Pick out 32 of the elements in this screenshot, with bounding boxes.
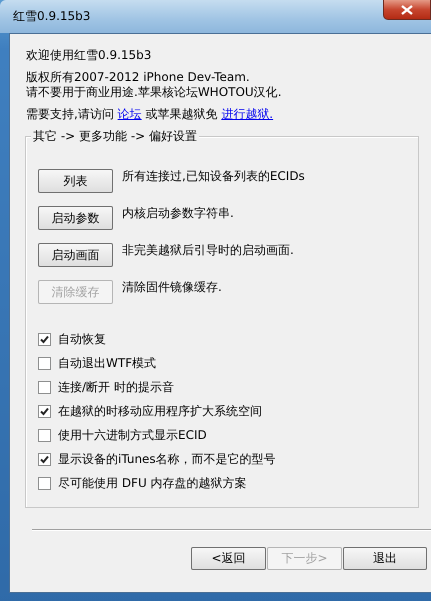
window-title: 红雪0.9.15b3: [13, 8, 90, 25]
checkbox-label: 在越狱的时移动应用程序扩大系统空间: [58, 403, 262, 420]
description-text: 内核启动参数字符串.: [122, 206, 234, 221]
support-text: 需要支持,请访问 论坛 或苹果越狱免 进行越狱.: [26, 107, 274, 122]
welcome-text: 欢迎使用红雪0.9.15b3: [26, 48, 152, 63]
link[interactable]: 论坛: [118, 107, 142, 121]
group-title: 其它 -> 更多功能 -> 偏好设置: [31, 129, 200, 144]
checkbox[interactable]: [38, 381, 51, 394]
description-text: 所有连接过,已知设备列表的ECIDs: [122, 169, 305, 184]
checkbox-label: 尽可能使用 DFU 内存盘的越狱方案: [58, 475, 247, 492]
checkbox[interactable]: [38, 357, 51, 370]
checkbox-label: 使用十六进制方式显示ECID: [58, 427, 207, 444]
checkbox-label: 连接/断开 时的提示音: [58, 379, 174, 396]
description-text: 清除固件镜像缓存.: [122, 280, 222, 295]
checkbox-label: 显示设备的iTunes名称，而不是它的型号: [58, 451, 276, 468]
link[interactable]: 进行越狱.: [221, 107, 274, 121]
action-button[interactable]: 启动画面: [38, 243, 113, 267]
nav-button[interactable]: 退出: [343, 547, 427, 570]
checkbox[interactable]: [38, 405, 51, 418]
action-button[interactable]: 列表: [38, 169, 113, 193]
checkbox-label: 自动恢复: [58, 331, 106, 348]
close-button[interactable]: [383, 0, 431, 20]
copyright-text: 版权所有2007-2012 iPhone Dev-Team. 请不要用于商业用途.苹果核论坛WHOTOU汉化.: [26, 70, 283, 100]
checkbox[interactable]: [38, 477, 51, 490]
checkbox[interactable]: [38, 453, 51, 466]
checkbox[interactable]: [38, 429, 51, 442]
description-text: 非完美越狱后引导时的启动画面.: [122, 243, 294, 258]
close-icon: [401, 4, 413, 14]
action-button[interactable]: 启动参数: [38, 206, 113, 230]
nav-button[interactable]: <返回: [191, 547, 266, 570]
checkbox-label: 自动退出WTF模式: [58, 355, 156, 372]
checkbox[interactable]: [38, 333, 51, 346]
